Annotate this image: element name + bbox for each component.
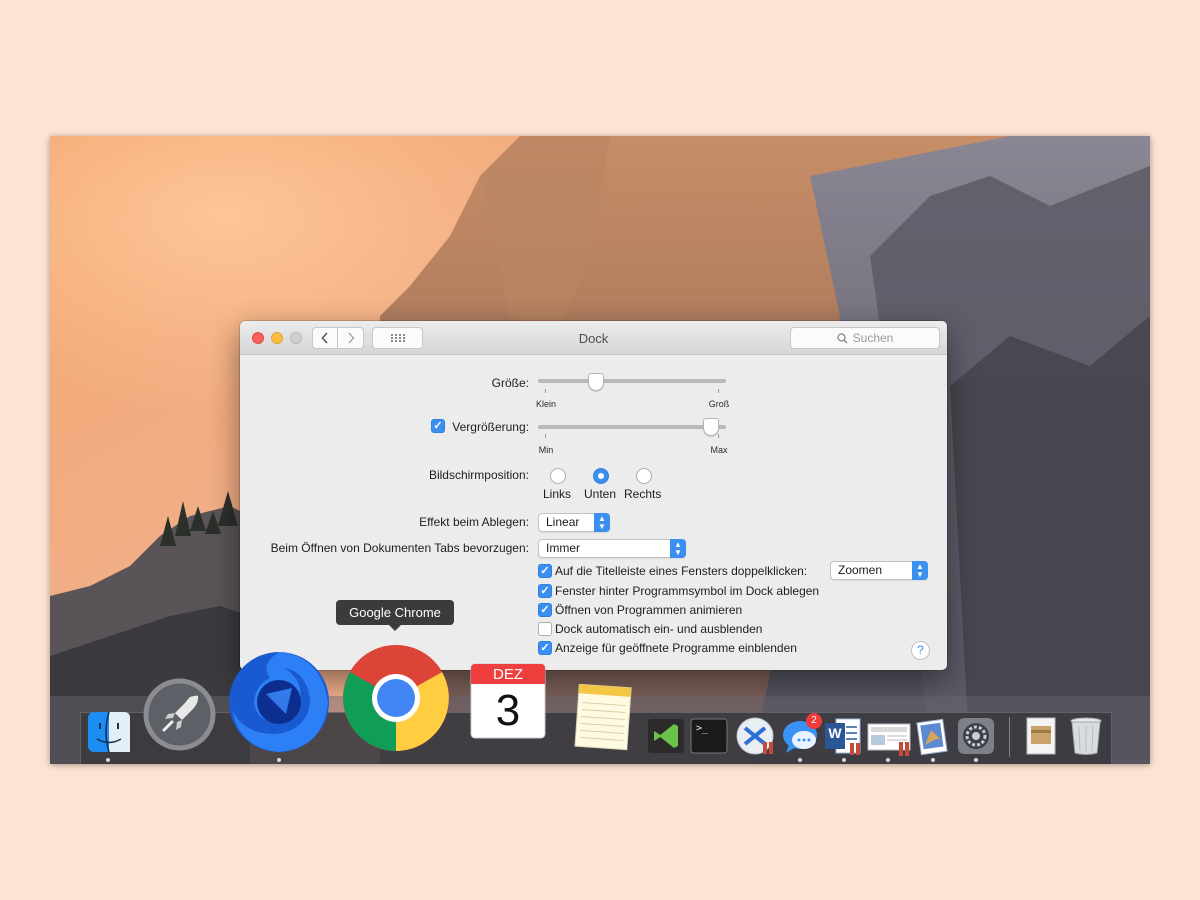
minimize-into-app-label: Fenster hinter Programmsymbol im Dock ab…	[555, 584, 820, 598]
notes-icon[interactable]	[573, 683, 633, 757]
system-preferences-icon[interactable]	[957, 717, 995, 760]
microsoft-word-icon[interactable]: W	[824, 717, 864, 760]
word-running-indicator	[842, 758, 846, 762]
size-min-label: Klein	[535, 399, 556, 409]
calendar-day: 3	[495, 686, 521, 735]
size-tick-max	[718, 389, 719, 393]
magnification-tick-max	[718, 434, 719, 438]
terminal-icon[interactable]: >_	[690, 718, 728, 759]
visual-studio-code-icon[interactable]	[647, 718, 685, 759]
indicators-label: Anzeige für geöffnete Programme einblend…	[555, 641, 797, 655]
tabs-label: Beim Öffnen von Dokumenten Tabs bevorzug…	[270, 541, 529, 555]
autohide-checkbox[interactable]	[538, 622, 552, 636]
position-left-label: Links	[543, 487, 572, 501]
size-slider-track[interactable]	[538, 379, 726, 383]
magnification-checkbox[interactable]: ✓	[431, 419, 445, 433]
system-preferences-running-indicator	[974, 758, 978, 762]
firefox-running-indicator	[277, 758, 281, 762]
magnification-tick-min	[545, 434, 546, 438]
position-bottom-label: Unten	[584, 487, 617, 501]
firefox-developer-edition-icon[interactable]	[226, 644, 332, 759]
finder-running-indicator	[106, 758, 110, 762]
minimize-effect-popup[interactable]: Linear ▲ ▼	[538, 513, 610, 532]
messages-icon[interactable]: 2	[781, 713, 822, 761]
updown-arrows-icon: ▲ ▼	[594, 513, 610, 532]
updown-arrows-icon: ▲ ▼	[912, 561, 928, 580]
preview-running-indicator	[886, 758, 890, 762]
title-bar: Dock Suchen	[240, 321, 947, 355]
doubleclick-popup[interactable]: Zoomen ▲ ▼	[830, 561, 928, 580]
finder-icon[interactable]	[87, 711, 131, 757]
doubleclick-value: Zoomen	[838, 563, 883, 577]
mail-running-indicator	[931, 758, 935, 762]
calendar-icon[interactable]: DEZ 3	[467, 660, 549, 747]
mail-icon[interactable]	[915, 718, 949, 761]
terminal-prompt: >_	[696, 723, 709, 734]
tabs-value: Immer	[546, 541, 580, 555]
magnification-slider-thumb[interactable]	[703, 418, 720, 436]
magnification-min-label: Min	[538, 445, 554, 455]
doubleclick-label: Auf die Titelleiste eines Fensters doppe…	[555, 564, 808, 578]
position-left-radio[interactable]	[550, 468, 566, 484]
minimize-into-app-checkbox[interactable]: ✓	[538, 584, 552, 598]
position-right-label: Rechts	[624, 487, 662, 501]
search-icon	[836, 332, 848, 343]
magnification-slider-track[interactable]	[538, 425, 726, 429]
indicators-checkbox[interactable]: ✓	[538, 641, 552, 655]
desktop-screenshot: Dock Suchen Größe: Klein Groß ✓ Vergröße…	[50, 136, 1150, 764]
preview-icon[interactable]	[867, 722, 913, 761]
position-label: Bildschirmposition:	[428, 468, 529, 482]
doubleclick-checkbox[interactable]: ✓	[538, 564, 552, 578]
google-chrome-icon[interactable]	[342, 644, 450, 757]
messages-running-indicator	[798, 758, 802, 762]
minimize-effect-value: Linear	[546, 515, 580, 529]
messages-badge: 2	[806, 713, 822, 729]
remote-desktop-icon[interactable]	[735, 716, 777, 763]
dock-tooltip: Google Chrome	[336, 600, 454, 631]
dock-separator	[1009, 717, 1010, 757]
search-field[interactable]: Suchen	[790, 327, 940, 349]
size-label: Größe:	[491, 376, 529, 390]
launchpad-icon[interactable]	[142, 677, 217, 757]
search-placeholder: Suchen	[852, 331, 894, 345]
magnification-max-label: Max	[710, 445, 728, 455]
position-bottom-radio[interactable]	[593, 468, 609, 484]
position-right-radio[interactable]	[636, 468, 652, 484]
magnification-label: Vergrößerung:	[452, 420, 529, 434]
trash-icon[interactable]	[1068, 716, 1104, 761]
autohide-label: Dock automatisch ein- und ausblenden	[555, 622, 763, 636]
downloads-stack-icon[interactable]	[1024, 716, 1060, 761]
size-max-label: Groß	[708, 399, 730, 409]
animate-checkbox[interactable]: ✓	[538, 603, 552, 617]
word-letter: W	[828, 725, 842, 741]
size-tick-min	[545, 389, 546, 393]
size-slider-thumb[interactable]	[587, 373, 604, 391]
calendar-month: DEZ	[493, 666, 523, 683]
minimize-effect-label: Effekt beim Ablegen:	[419, 515, 529, 529]
animate-label: Öffnen von Programmen animieren	[555, 603, 743, 617]
help-button[interactable]: ?	[911, 641, 930, 660]
updown-arrows-icon: ▲ ▼	[670, 539, 686, 558]
tabs-popup[interactable]: Immer ▲ ▼	[538, 539, 686, 558]
